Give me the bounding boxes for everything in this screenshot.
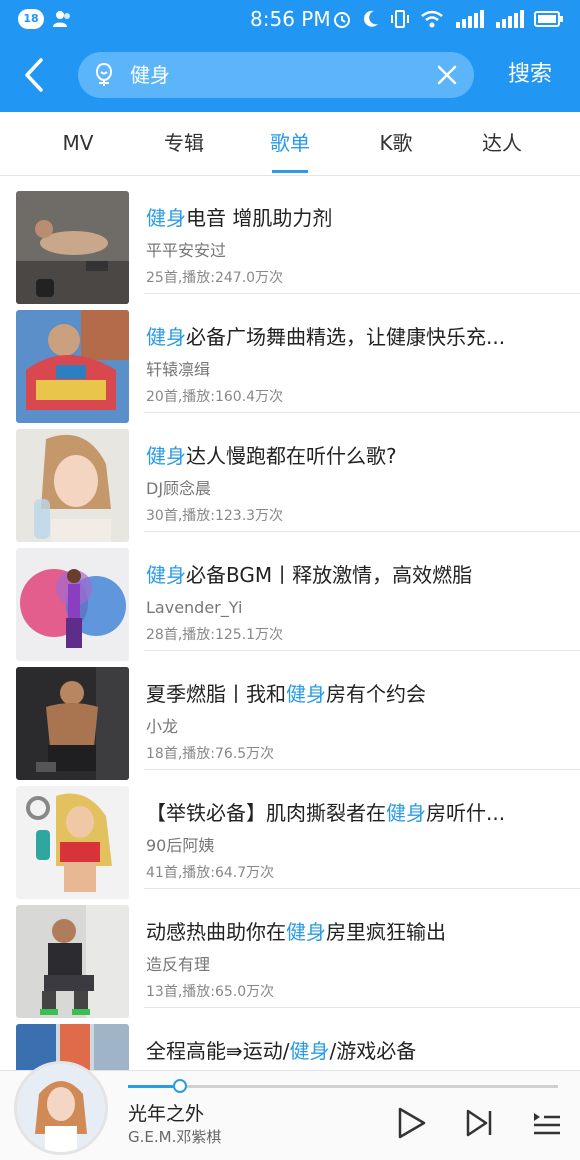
playlist-stats: 20首,播放:160.4万次 (146, 389, 284, 405)
playlist-item[interactable]: 健身必备广场舞曲精选，让健康快乐充... 轩辕凛缉 20首,播放:160.4万次 (0, 295, 580, 423)
result-type-tabs: MV 专辑 歌单 K歌 达人 (0, 112, 580, 176)
divider (144, 650, 580, 651)
tab-karaoke[interactable]: K歌 (346, 112, 446, 176)
vibrate-icon (391, 10, 409, 28)
playlist-title: 健身必备广场舞曲精选，让健康快乐充... (146, 325, 506, 349)
tab-expert[interactable]: 达人 (452, 112, 552, 176)
voice-search-icon[interactable] (90, 61, 118, 89)
notification-count-badge: 18 (18, 9, 44, 29)
playlist-title: 健身达人慢跑都在听什么歌? (146, 444, 397, 468)
divider (144, 412, 580, 413)
divider (144, 888, 580, 889)
playlist-cover (16, 667, 129, 780)
playlist-cover (16, 548, 129, 661)
search-input[interactable]: 健身 (78, 52, 474, 98)
playlist-stats: 13首,播放:65.0万次 (146, 984, 275, 1000)
playlist-author: Lavender_Yi (146, 598, 243, 617)
wifi-icon (421, 10, 443, 28)
playlist-cover (16, 191, 129, 304)
divider (144, 1007, 580, 1008)
playlist-stats: 41首,播放:64.7万次 (146, 865, 275, 881)
playlist-author: 平平安安过 (146, 241, 227, 260)
playlist-item[interactable]: 健身电音 增肌助力剂 平平安安过 25首,播放:247.0万次 (0, 176, 580, 304)
playlist-stats: 30首,播放:123.3万次 (146, 508, 284, 524)
playlist-title: 【举铁必备】肌肉撕裂者在健身房听什... (146, 801, 506, 825)
playlist-stats: 25首,播放:247.0万次 (146, 270, 284, 286)
mini-player[interactable]: 光年之外 G.E.M.邓紫棋 (0, 1061, 580, 1160)
now-playing-artist: G.E.M.邓紫棋 (128, 1128, 222, 1146)
playlist-item[interactable]: 夏季燃脂丨我和健身房有个约会 小龙 18首,播放:76.5万次 (0, 652, 580, 780)
status-icons (332, 8, 564, 30)
clock: 8:56 PM (250, 7, 331, 31)
moon-icon (363, 10, 378, 27)
progress-fill (128, 1085, 180, 1088)
playlist-title: 动感热曲助你在健身房里疯狂输出 (146, 920, 446, 944)
signal-icon-2 (496, 10, 524, 28)
back-button[interactable] (14, 52, 54, 98)
back-arrow-icon (25, 58, 43, 92)
playlist-stats: 18首,播放:76.5万次 (146, 746, 275, 762)
battery-icon (534, 11, 563, 27)
playlist-item[interactable]: 健身达人慢跑都在听什么歌? DJ顾念晨 30首,播放:123.3万次 (0, 414, 580, 542)
playlist-cover (16, 429, 129, 542)
playlist-author: 小龙 (146, 717, 179, 736)
playback-progress[interactable] (128, 1079, 558, 1093)
playlist-item[interactable]: 动感热曲助你在健身房里疯狂输出 造反有理 13首,播放:65.0万次 (0, 890, 580, 1018)
playlist-author: DJ顾念晨 (146, 479, 212, 498)
playlist-title: 夏季燃脂丨我和健身房有个约会 (146, 682, 426, 706)
clear-icon[interactable] (436, 64, 458, 86)
playlist-item[interactable]: 全程高能⇛运动/健身/游戏必备 (0, 1009, 580, 1070)
playlist-author: 轩辕凛缉 (146, 360, 211, 379)
progress-knob[interactable] (172, 1079, 187, 1093)
divider (144, 293, 580, 294)
active-tab-indicator (272, 170, 308, 173)
playlist-item[interactable]: 健身必备BGM丨释放激情，高效燃脂 Lavender_Yi 28首,播放:125… (0, 533, 580, 661)
search-button[interactable]: 搜索 (508, 60, 552, 90)
playlist-title: 健身电音 增肌助力剂 (146, 206, 333, 230)
playlist-cover (16, 786, 129, 899)
tab-album[interactable]: 专辑 (134, 112, 234, 176)
signal-icon-1 (456, 10, 484, 28)
contact-icon (53, 11, 70, 27)
tab-mv[interactable]: MV (28, 112, 128, 176)
playlist-stats: 28首,播放:125.1万次 (146, 627, 284, 643)
playlist-item[interactable]: 【举铁必备】肌肉撕裂者在健身房听什... 90后阿姨 41首,播放:64.7万次 (0, 771, 580, 899)
playlist-author: 造反有理 (146, 955, 211, 974)
status-bar: 18 8:56 PM (0, 0, 580, 38)
playlist-cover (16, 310, 129, 423)
playlist-cover (16, 905, 129, 1018)
search-query-text[interactable]: 健身 (130, 62, 170, 88)
play-icon[interactable] (392, 1105, 428, 1141)
divider (144, 531, 580, 532)
search-header: 健身 搜索 (0, 38, 580, 112)
playlist-results: 健身电音 增肌助力剂 平平安安过 25首,播放:247.0万次 健身必备广场舞曲… (0, 176, 580, 1070)
tab-playlist[interactable]: 歌单 (240, 112, 340, 176)
now-playing-album-art[interactable] (14, 1061, 108, 1155)
divider (144, 769, 580, 770)
alarm-icon (334, 12, 350, 28)
now-playing-title: 光年之外 (128, 1103, 205, 1125)
next-track-icon[interactable] (462, 1105, 498, 1141)
playlist-author: 90后阿姨 (146, 836, 215, 855)
playlist-title: 健身必备BGM丨释放激情，高效燃脂 (146, 563, 473, 587)
playlist-queue-icon[interactable] (528, 1105, 564, 1141)
playlist-title: 全程高能⇛运动/健身/游戏必备 (146, 1039, 417, 1063)
